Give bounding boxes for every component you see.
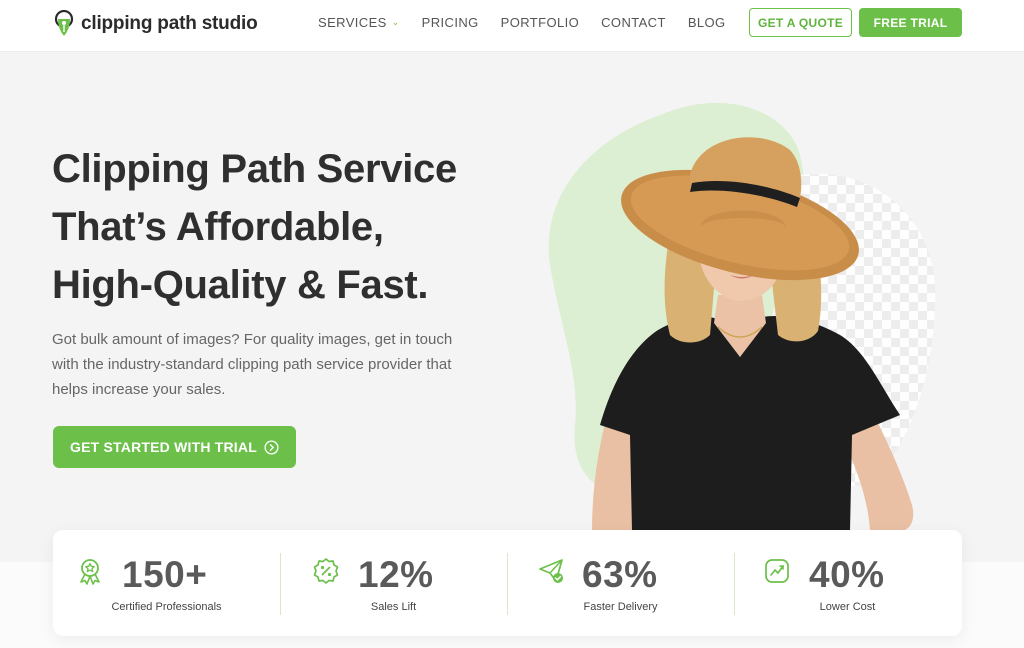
hero-model-photo: [548, 102, 936, 531]
main-nav: SERVICES ⌄ PRICING PORTFOLIO CONTACT BLO…: [318, 0, 748, 44]
award-ribbon-icon: [80, 559, 100, 585]
hero-title: Clipping Path Service That’s Affordable,…: [52, 140, 522, 314]
nav-item-services[interactable]: SERVICES ⌄: [318, 15, 400, 30]
free-trial-button[interactable]: FREE TRIAL: [859, 8, 962, 37]
stat-value: 12%: [358, 554, 434, 595]
nav-item-label: PORTFOLIO: [500, 14, 580, 30]
nav-item-pricing[interactable]: PRICING: [422, 15, 479, 30]
nav-item-blog[interactable]: BLOG: [688, 15, 726, 30]
black-t-shirt: [600, 315, 900, 531]
nav-item-portfolio[interactable]: PORTFOLIO: [501, 15, 579, 30]
pen-tool-logo-icon: [54, 10, 74, 36]
discount-badge-icon: [313, 558, 339, 584]
stat-lower-cost: 40% Lower Cost: [734, 530, 961, 636]
stat-faster-delivery: 63% Faster Delivery: [507, 530, 734, 636]
get-a-quote-button[interactable]: GET A QUOTE: [749, 8, 852, 37]
trend-chart-icon: [765, 559, 789, 583]
stat-label: Sales Lift: [370, 601, 417, 613]
stat-sales-lift: 12% Sales Lift: [280, 530, 507, 636]
nav-item-label: BLOG: [687, 14, 726, 30]
nav-item-contact[interactable]: CONTACT: [601, 15, 666, 30]
stat-value: 40%: [809, 554, 885, 595]
stat-label: Certified Professionals: [111, 601, 222, 613]
nav-item-label: SERVICES: [318, 14, 387, 30]
paper-plane-check-icon: [539, 559, 563, 583]
get-started-trial-button[interactable]: GET STARTED WITH TRIAL: [53, 426, 296, 468]
nav-item-label: CONTACT: [601, 14, 666, 30]
stat-label: Faster Delivery: [583, 601, 658, 613]
chevron-circle-right-icon: [264, 439, 279, 455]
cta-label: GET STARTED WITH TRIAL: [70, 439, 257, 455]
site-header: clipping path studio SERVICES ⌄ PRICING …: [0, 0, 1024, 52]
stat-label: Lower Cost: [819, 601, 876, 613]
hero-title-line: That’s Affordable,: [52, 205, 384, 249]
nav-item-label: PRICING: [421, 14, 479, 30]
stat-value: 63%: [582, 554, 658, 595]
stat-value: 150+: [122, 554, 208, 595]
hero-title-line: High-Quality & Fast.: [52, 263, 429, 307]
logo[interactable]: clipping path studio: [52, 9, 258, 39]
chevron-down-icon: ⌄: [391, 16, 400, 27]
logo-text: clipping path studio: [81, 13, 258, 34]
hero-title-line: Clipping Path Service: [52, 147, 457, 191]
stat-certified-professionals: 150+ Certified Professionals: [53, 530, 280, 636]
hero-description: Got bulk amount of images? For quality i…: [52, 331, 453, 398]
stats-bar: 150+ Certified Professionals 12% Sales L…: [53, 530, 962, 636]
